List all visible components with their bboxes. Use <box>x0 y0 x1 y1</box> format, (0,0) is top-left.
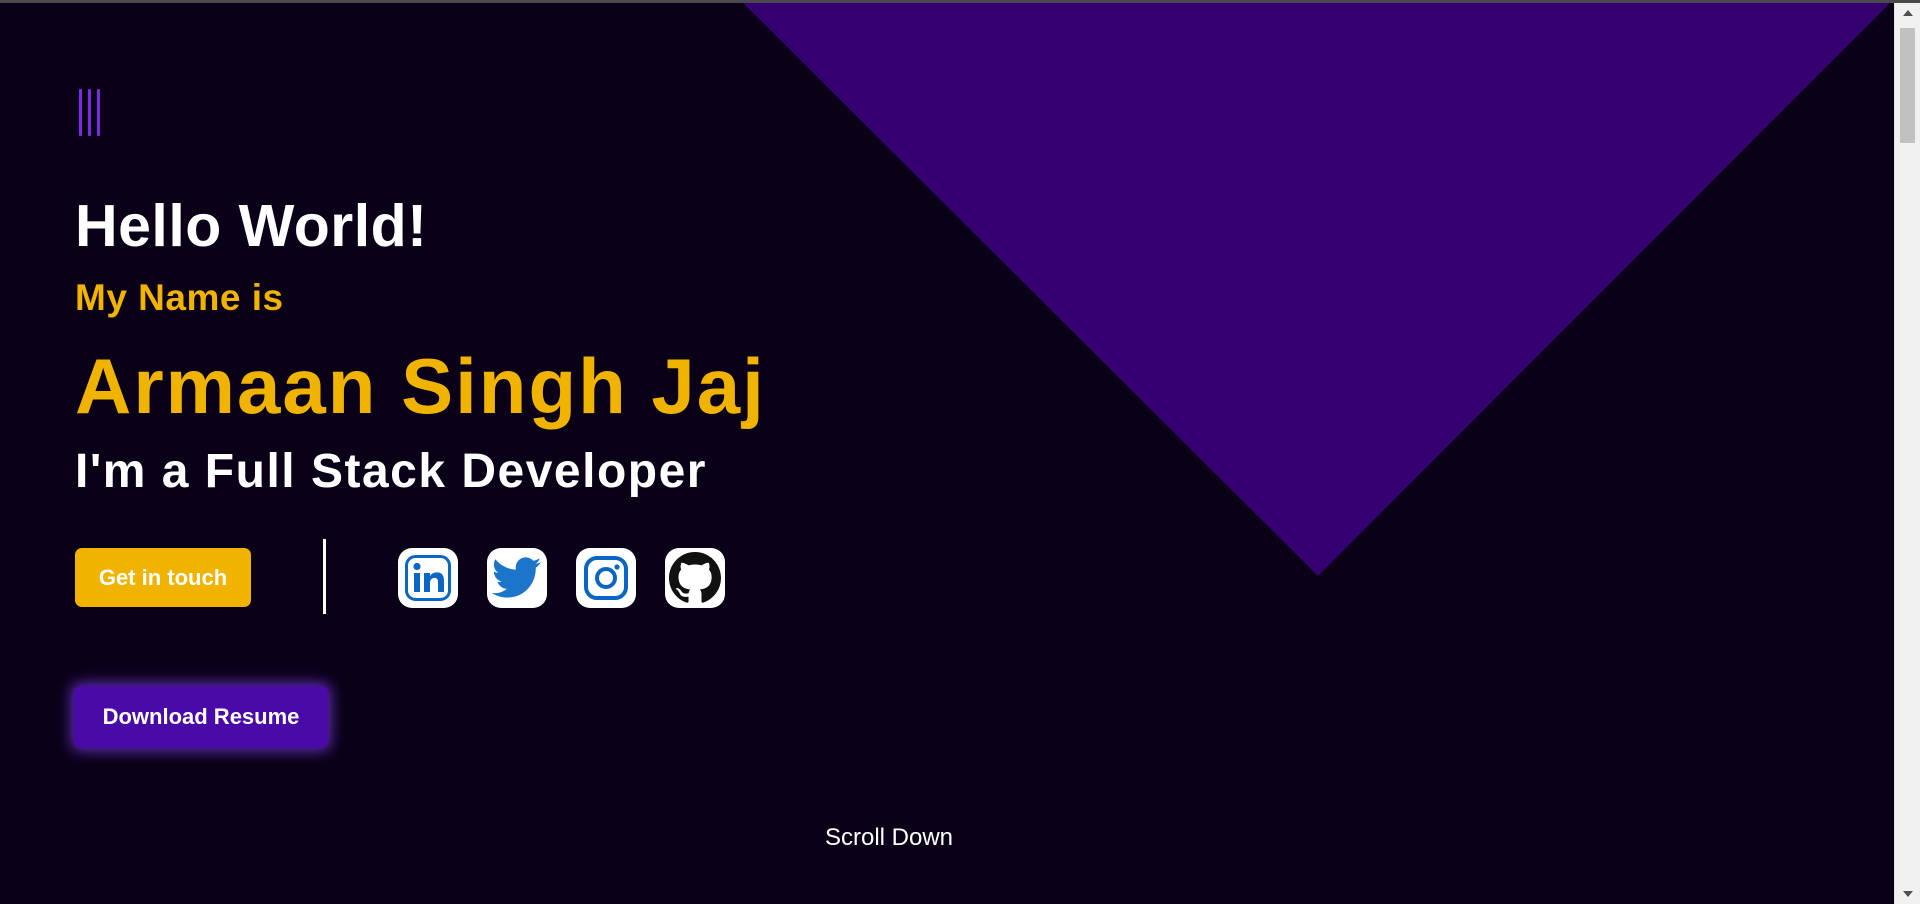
window-top-border <box>0 0 1920 3</box>
download-resume-button[interactable]: Download Resume <box>74 686 328 748</box>
full-name-heading: Armaan Singh Jaj <box>75 342 766 430</box>
instagram-link[interactable] <box>576 548 636 608</box>
scrollbar-thumb[interactable] <box>1900 28 1915 143</box>
linkedin-link[interactable] <box>398 548 458 608</box>
menu-bar <box>97 89 100 136</box>
role-heading: I'm a Full Stack Developer <box>75 445 707 498</box>
vertical-divider <box>323 539 326 614</box>
menu-bar <box>79 89 82 136</box>
linkedin-icon <box>405 555 451 601</box>
scroll-down-arrow-icon[interactable] <box>1895 884 1920 904</box>
instagram-icon <box>584 556 628 600</box>
scroll-up-arrow-icon[interactable] <box>1895 3 1920 23</box>
triangle-shape <box>743 3 1890 576</box>
menu-bar <box>88 89 91 136</box>
hero-page: Hello World! My Name is Armaan Singh Jaj… <box>0 3 1894 904</box>
intro-text: My Name is <box>75 277 284 318</box>
github-icon <box>669 552 721 603</box>
greeting-heading: Hello World! <box>75 193 428 259</box>
scroll-down-link[interactable]: Scroll Down <box>789 823 989 853</box>
twitter-link[interactable] <box>487 548 547 608</box>
twitter-icon <box>492 557 542 598</box>
get-in-touch-button[interactable]: Get in touch <box>75 548 251 607</box>
github-link[interactable] <box>665 548 725 608</box>
hamburger-menu-icon[interactable] <box>79 89 109 136</box>
browser-viewport: Hello World! My Name is Armaan Singh Jaj… <box>0 0 1920 904</box>
page-scrollbar[interactable] <box>1894 3 1920 904</box>
